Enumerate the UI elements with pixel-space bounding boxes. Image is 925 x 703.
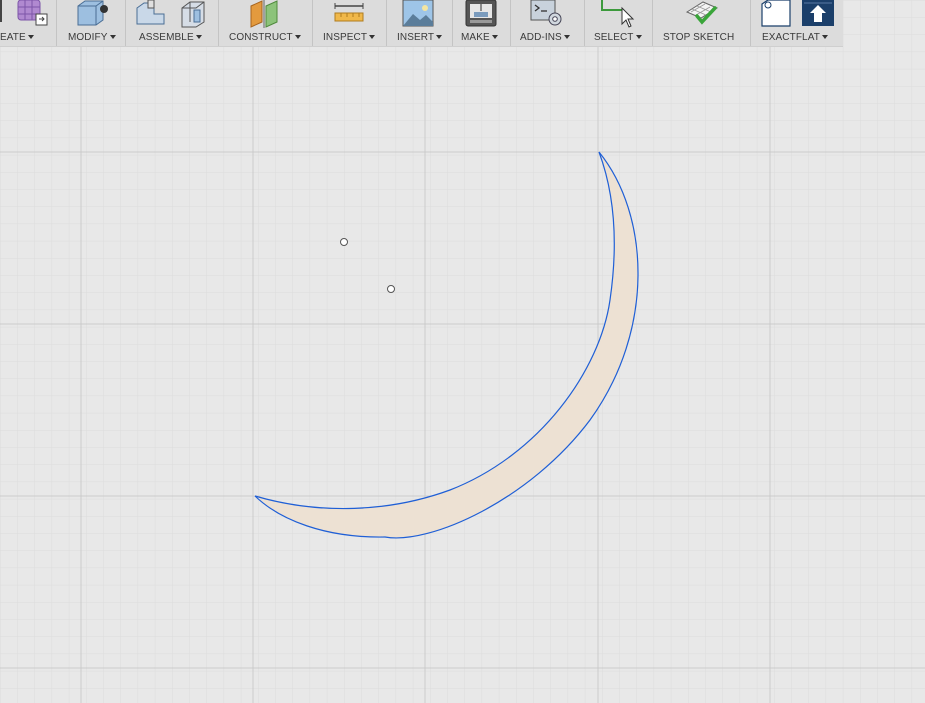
make-3d-print-icon [465,0,497,27]
assemble-joint-icon [136,0,205,28]
construct-menu[interactable]: CONSTRUCT [220,0,310,46]
toolbar-divider [125,0,126,46]
toolbar-divider [652,0,653,46]
create-grid-icon [0,0,48,26]
create-menu-label: EATE [0,32,34,44]
make-menu-label: MAKE [461,32,498,44]
make-menu[interactable]: MAKE [454,0,508,46]
toolbar-divider [218,0,219,46]
arc-center-point[interactable] [340,238,348,246]
inspect-measure-icon [334,3,364,22]
fusion-workspace: EATE MODIFY ASSEMBLE CONSTRUCT INSPECT I… [0,0,925,703]
select-menu-label: SELECT [594,32,642,44]
inspect-menu-label: INSPECT [323,32,376,44]
stop-sketch-button[interactable]: STOP SKETCH [654,0,748,46]
insert-menu[interactable]: INSERT [388,0,450,46]
add-ins-menu[interactable]: ADD-INS [512,0,582,46]
exactflat-menu[interactable]: EXACTFLAT [752,0,842,46]
modify-menu-label: MODIFY [68,32,116,44]
toolbar-divider [386,0,387,46]
select-menu[interactable]: SELECT [586,0,650,46]
toolbar: EATE MODIFY ASSEMBLE CONSTRUCT INSPECT I… [0,0,843,47]
insert-menu-label: INSERT [397,32,443,44]
arc-center-point[interactable] [387,285,395,293]
add-ins-menu-label: ADD-INS [520,32,570,44]
inspect-menu[interactable]: INSPECT [314,0,384,46]
toolbar-divider [312,0,313,46]
stop-sketch-checkmark-icon [685,1,719,25]
modify-press-pull-icon [77,0,108,26]
stop-sketch-label: STOP SKETCH [663,32,735,43]
sketch-canvas[interactable] [0,0,925,703]
create-menu[interactable]: EATE [0,0,55,46]
add-ins-script-icon [530,0,562,26]
toolbar-divider [56,0,57,46]
toolbar-divider [750,0,751,46]
toolbar-divider [452,0,453,46]
assemble-menu[interactable]: ASSEMBLE [127,0,215,46]
construct-plane-icon [250,0,278,28]
insert-image-icon [402,0,434,27]
construct-menu-label: CONSTRUCT [229,32,301,44]
exactflat-menu-label: EXACTFLAT [762,32,828,44]
modify-menu[interactable]: MODIFY [58,0,124,46]
minor-grid [0,0,925,703]
select-cursor-icon [601,0,635,28]
toolbar-divider [584,0,585,46]
exactflat-icon [761,0,834,27]
assemble-menu-label: ASSEMBLE [139,32,202,44]
toolbar-divider [510,0,511,46]
